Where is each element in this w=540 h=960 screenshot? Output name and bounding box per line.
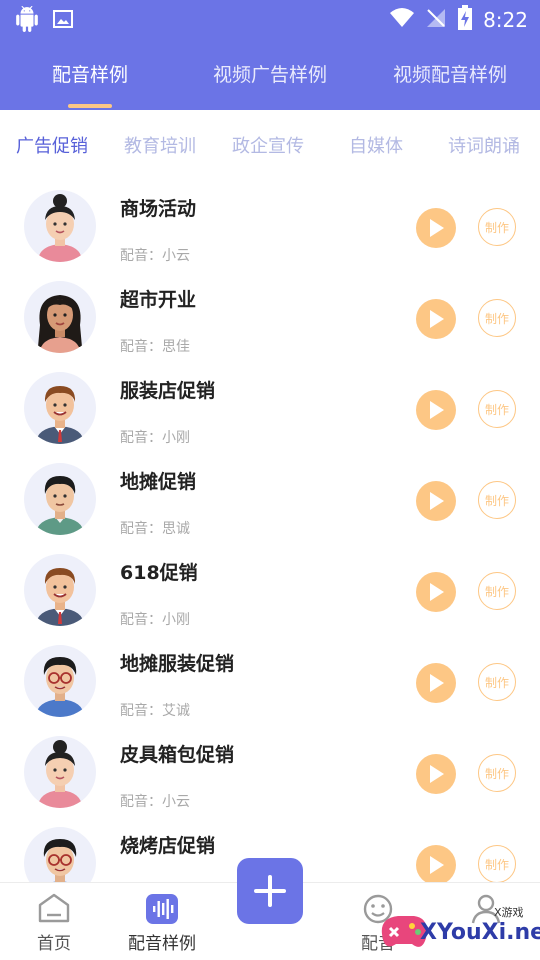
sample-voice: 配音：思诚: [120, 521, 190, 537]
play-icon: [430, 674, 444, 692]
play-icon: [430, 401, 444, 419]
category-tab-education[interactable]: 教育培训: [124, 132, 196, 158]
tab-video-ad-samples[interactable]: 视频广告样例: [213, 60, 327, 87]
woman-bun-avatar: [24, 190, 96, 262]
sample-title: 地摊促销: [120, 471, 197, 493]
play-button[interactable]: [416, 572, 456, 612]
sample-title: 618促销: [120, 562, 198, 584]
nav-home[interactable]: 首页: [0, 883, 108, 960]
list-item[interactable]: 商场活动 配音：小云 制作: [0, 182, 540, 273]
play-button[interactable]: [416, 754, 456, 794]
woman-bun-avatar: [24, 736, 96, 808]
sample-title: 商场活动: [120, 198, 197, 220]
play-button[interactable]: [416, 390, 456, 430]
make-button[interactable]: 制作: [478, 663, 516, 701]
category-tab-self-media[interactable]: 自媒体: [349, 132, 403, 158]
nav-voice-samples-label: 配音样例: [128, 934, 196, 954]
nav-voice-samples[interactable]: 配音样例: [108, 883, 216, 960]
add-button[interactable]: [237, 858, 303, 924]
make-button[interactable]: 制作: [478, 390, 516, 428]
active-tab-indicator: [68, 104, 112, 108]
list-item[interactable]: 618促销 配音：小刚 制作: [0, 546, 540, 637]
nav-home-label: 首页: [37, 934, 71, 954]
sample-voice: 配音：思佳: [120, 339, 190, 355]
status-bar: 8:22: [0, 0, 540, 38]
man-glasses-avatar: [24, 645, 96, 717]
plus-icon: [254, 875, 286, 907]
play-icon: [430, 492, 444, 510]
play-icon: [430, 583, 444, 601]
status-time: 8:22: [483, 8, 528, 32]
list-item[interactable]: 地摊服装促销 配音：艾诚 制作: [0, 637, 540, 728]
play-button[interactable]: [416, 845, 456, 882]
make-button[interactable]: 制作: [478, 572, 516, 610]
play-button[interactable]: [416, 481, 456, 521]
play-icon: [430, 765, 444, 783]
man-glasses-avatar: [24, 827, 96, 882]
list-item[interactable]: 服装店促销 配音：小刚 制作: [0, 364, 540, 455]
play-icon: [430, 310, 444, 328]
make-button[interactable]: 制作: [478, 208, 516, 246]
play-icon: [430, 856, 444, 874]
sample-title: 超市开业: [120, 289, 197, 311]
sample-voice: 配音：小云: [120, 248, 190, 264]
watermark-small-text: X游戏: [494, 906, 524, 919]
sample-title: 地摊服装促销: [120, 653, 235, 675]
man-green-shirt-avatar: [24, 463, 96, 535]
list-item[interactable]: 超市开业 配音：思佳 制作: [0, 273, 540, 364]
home-icon: [37, 893, 71, 927]
sample-voice: 配音：小刚: [120, 430, 190, 446]
play-button[interactable]: [416, 663, 456, 703]
make-button[interactable]: 制作: [478, 754, 516, 792]
tab-video-voice-samples[interactable]: 视频配音样例: [393, 60, 507, 87]
man-suit-avatar: [24, 372, 96, 444]
sample-title: 皮具箱包促销: [120, 744, 235, 766]
wifi-icon: [389, 7, 415, 33]
image-icon: [52, 8, 74, 34]
watermark: X游戏 XYouXi.net: [368, 896, 540, 960]
play-button[interactable]: [416, 208, 456, 248]
man-suit-avatar: [24, 554, 96, 626]
sample-list: 商场活动 配音：小云 制作 超市开业 配音：思佳 制作 服装店促销 配音：小刚 …: [0, 182, 540, 882]
play-button[interactable]: [416, 299, 456, 339]
sample-voice: 配音：小刚: [120, 612, 190, 628]
list-item[interactable]: 地摊促销 配音：思诚 制作: [0, 455, 540, 546]
tab-voice-samples[interactable]: 配音样例: [52, 60, 128, 87]
woman-long-hair-avatar: [24, 281, 96, 353]
android-icon: [14, 6, 40, 36]
watermark-brand-text: XYouXi.net: [420, 920, 540, 945]
battery-charging-icon: [457, 5, 473, 35]
play-icon: [430, 219, 444, 237]
no-signal-icon: [425, 7, 447, 33]
sound-wave-icon: [145, 893, 179, 929]
category-tab-promotion[interactable]: 广告促销: [16, 132, 88, 158]
list-item[interactable]: 皮具箱包促销 配音：小云 制作: [0, 728, 540, 819]
category-tab-government[interactable]: 政企宣传: [232, 132, 304, 158]
make-button[interactable]: 制作: [478, 845, 516, 882]
category-tabs: 广告促销 教育培训 政企宣传 自媒体 诗词朗诵: [0, 128, 540, 164]
sample-voice: 配音：艾诚: [120, 703, 190, 719]
category-tab-poetry[interactable]: 诗词朗诵: [448, 132, 520, 158]
make-button[interactable]: 制作: [478, 299, 516, 337]
sample-title: 服装店促销: [120, 380, 216, 402]
sample-title: 烧烤店促销: [120, 835, 216, 857]
make-button[interactable]: 制作: [478, 481, 516, 519]
top-tabs: 配音样例 视频广告样例 视频配音样例: [0, 48, 540, 110]
sample-voice: 配音：小云: [120, 794, 190, 810]
